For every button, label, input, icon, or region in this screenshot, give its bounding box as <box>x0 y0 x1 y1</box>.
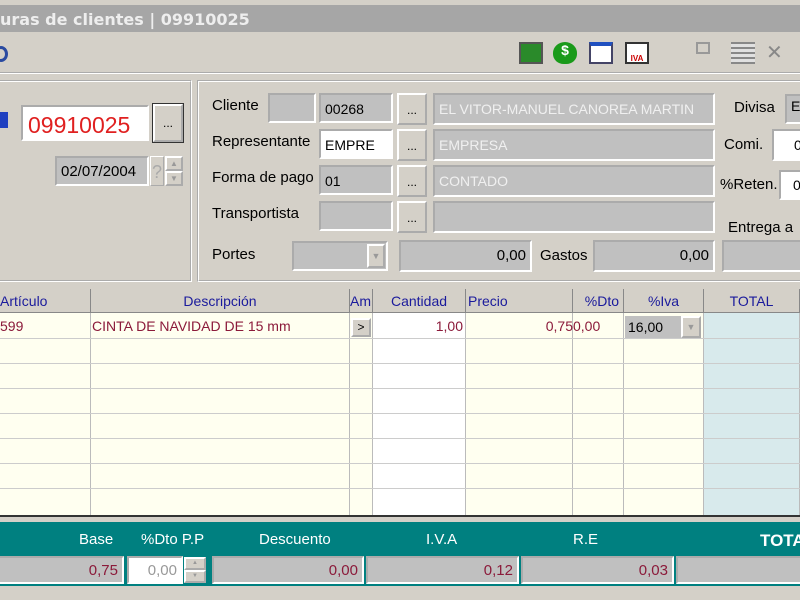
column-header-total[interactable]: TOTAL <box>704 289 800 313</box>
representante-name-field: EMPRESA <box>433 129 715 161</box>
row-divider <box>0 488 800 489</box>
forma-pago-name-field: CONTADO <box>433 165 715 197</box>
comi-input[interactable]: 0 <box>772 129 800 161</box>
column-header-am[interactable]: Am <box>350 289 373 313</box>
invoice-number-input[interactable]: 09910025 <box>21 105 149 141</box>
transportista-code-input[interactable] <box>319 201 393 231</box>
refresh-icon[interactable] <box>0 46 8 62</box>
link-label <box>0 112 8 128</box>
column-header-articulo[interactable]: Artículo <box>0 289 91 313</box>
row-divider <box>0 463 800 464</box>
representante-label: Representante <box>212 133 311 150</box>
transportista-lookup-button[interactable]: ... <box>397 201 427 233</box>
divisa-input[interactable]: E <box>785 94 800 124</box>
cell-dto[interactable]: 0,00 <box>573 314 603 338</box>
cliente-prefix-input[interactable] <box>268 93 316 123</box>
total-value <box>676 556 800 584</box>
window-title: uras de clientes | 09910025 <box>0 5 800 32</box>
number-lookup-button[interactable]: ... <box>152 103 184 143</box>
column-header-iva[interactable]: %Iva <box>624 289 704 313</box>
gastos-label: Gastos <box>540 247 588 264</box>
row-divider <box>0 413 800 414</box>
date-input[interactable]: 02/07/2004 <box>55 156 149 186</box>
reten-input[interactable]: 0 <box>779 170 800 200</box>
money-transfer-icon[interactable] <box>519 42 543 64</box>
totals-header: Base %Dto P.P Descuento I.V.A R.E TOTA <box>0 522 800 554</box>
grid-icon[interactable] <box>731 42 755 64</box>
column-header-dto[interactable]: %Dto <box>573 289 624 313</box>
column-header-cantidad[interactable]: Cantidad <box>373 289 466 313</box>
cliente-name-field: EL VITOR-MANUEL CANOREA MARTIN <box>433 93 715 125</box>
grid-column <box>704 289 800 515</box>
cell-iva[interactable]: 16,00 <box>625 316 681 338</box>
forma-pago-lookup-button[interactable]: ... <box>397 165 427 197</box>
re-value: 0,03 <box>521 556 674 584</box>
descuento-value: 0,00 <box>212 556 364 584</box>
representante-lookup-button[interactable]: ... <box>397 129 427 161</box>
column-header-precio[interactable]: Precio <box>466 289 573 313</box>
row-divider <box>0 338 800 339</box>
dto-pp-up-button[interactable]: ▲ <box>184 557 206 570</box>
row-divider <box>0 438 800 439</box>
base-value: 0,75 <box>0 556 124 584</box>
iva-label: I.V.A <box>426 531 458 548</box>
dto-pp-down-button[interactable]: ▼ <box>184 570 206 583</box>
add-line-icon[interactable] <box>696 42 710 54</box>
column-header-descripcion[interactable]: Descripción <box>91 289 350 313</box>
re-label: R.E <box>573 531 599 548</box>
row-divider <box>0 363 800 364</box>
forma-pago-label: Forma de pago <box>212 169 314 186</box>
transportista-name-field <box>433 201 715 233</box>
iva-value: 0,12 <box>366 556 519 584</box>
cell-cantidad[interactable]: 1,00 <box>373 314 466 338</box>
cell-precio[interactable]: 0,75 <box>466 314 573 338</box>
dto-pp-input[interactable]: 0,00 <box>127 556 183 584</box>
portes-value[interactable]: 0,00 <box>399 240 532 272</box>
cell-articulo[interactable]: 599 <box>0 314 26 338</box>
transportista-label: Transportista <box>212 205 299 222</box>
descuento-label: Descuento <box>259 531 331 548</box>
row-divider <box>0 388 800 389</box>
list-icon[interactable] <box>589 42 613 64</box>
base-label: Base <box>79 531 114 548</box>
cliente-lookup-button[interactable]: ... <box>397 93 427 125</box>
entrega-field[interactable] <box>722 240 800 272</box>
cell-descripcion[interactable]: CINTA DE NAVIDAD DE 15 mm <box>89 314 294 338</box>
entrega-label: Entrega a <box>728 219 794 236</box>
lines-grid[interactable]: Artículo Descripción Am Cantidad Precio … <box>0 289 800 517</box>
representante-code-input[interactable]: EMPRE <box>319 129 393 159</box>
money-bag-icon[interactable]: $ <box>553 42 577 64</box>
comi-label: Comi. <box>724 136 764 153</box>
date-down-button[interactable]: ▼ <box>165 171 183 186</box>
total-label: TOTA <box>760 531 800 550</box>
am-button[interactable]: > <box>351 318 371 337</box>
delete-line-icon[interactable]: ✕ <box>766 42 790 64</box>
chevron-down-icon[interactable]: ▼ <box>681 316 701 338</box>
dto-pp-label: %Dto P.P <box>141 531 205 548</box>
cliente-label: Cliente <box>212 97 259 114</box>
toolbar <box>0 32 800 74</box>
totals-values: 0,75 0,00 ▲ ▼ 0,00 0,12 0,03 <box>0 554 800 586</box>
portes-label: Portes <box>212 246 256 263</box>
divisa-label: Divisa <box>734 99 775 116</box>
date-up-button[interactable]: ▲ <box>165 156 183 171</box>
date-help-button[interactable]: ? <box>150 156 164 186</box>
cliente-code-input[interactable]: 00268 <box>319 93 393 123</box>
iva-icon[interactable]: IVA <box>625 42 649 64</box>
reten-label: %Reten. <box>720 176 778 193</box>
gastos-value[interactable]: 0,00 <box>593 240 715 272</box>
chevron-down-icon[interactable]: ▼ <box>367 244 385 268</box>
forma-pago-code-input[interactable]: 01 <box>319 165 393 195</box>
